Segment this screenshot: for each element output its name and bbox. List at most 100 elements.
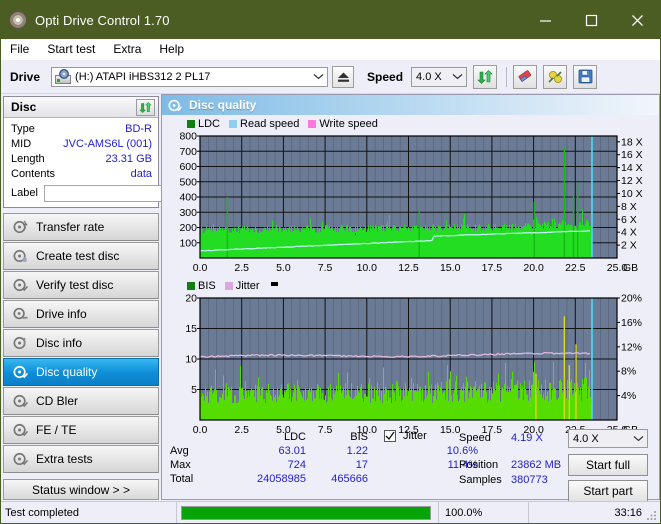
- chart-legend-ldc: LDC Read speed Write speed: [162, 117, 659, 130]
- svg-text:12.5: 12.5: [398, 262, 419, 274]
- sidebar-item-disc-info[interactable]: Disc info: [3, 329, 159, 357]
- scale-marker-icon: [270, 281, 278, 286]
- sidebar-item-drive-info[interactable]: Drive info: [3, 300, 159, 328]
- svg-text:7.5: 7.5: [318, 262, 333, 274]
- disc-row-type: Type BD-R: [4, 121, 158, 136]
- results-avg-bis: 1.22: [346, 445, 368, 457]
- svg-text:16 X: 16 X: [621, 149, 643, 161]
- speed-label: Speed: [367, 69, 404, 84]
- svg-text:18 X: 18 X: [621, 136, 643, 148]
- jitter-checkbox[interactable]: [384, 430, 396, 442]
- extra-tests-icon: [10, 452, 30, 466]
- menu-item-start-test[interactable]: Start test: [38, 40, 104, 58]
- menu-bar: File Start test Extra Help: [1, 39, 660, 60]
- svg-text:600: 600: [179, 161, 197, 173]
- sidebar-item-create-test-disc[interactable]: Create test disc: [3, 242, 159, 270]
- menu-item-extra[interactable]: Extra: [104, 40, 150, 58]
- sidebar-label: Create test disc: [36, 249, 120, 263]
- sidebar-label: CD Bler: [36, 394, 79, 408]
- close-button[interactable]: [614, 1, 660, 39]
- sidebar-item-extra-tests[interactable]: Extra tests: [3, 445, 159, 473]
- disc-quality-panel: Disc quality LDC Read speed Write speed …: [161, 94, 660, 502]
- menu-item-file[interactable]: File: [1, 40, 38, 58]
- svg-text:800: 800: [179, 131, 197, 143]
- maximize-button[interactable]: [568, 1, 614, 39]
- verify-test-disc-icon: [10, 278, 30, 292]
- resize-grip-icon[interactable]: [646, 509, 658, 521]
- sidebar-item-transfer-rate[interactable]: Transfer rate: [3, 213, 159, 241]
- svg-text:6 X: 6 X: [621, 214, 637, 226]
- svg-text:2 X: 2 X: [621, 240, 637, 252]
- drive-icon: [55, 68, 72, 84]
- svg-text:4%: 4%: [621, 390, 636, 402]
- refresh-icon: [139, 101, 152, 113]
- sidebar-label: Verify test disc: [36, 278, 114, 292]
- disc-key-mid: MID: [11, 137, 32, 150]
- start-part-button[interactable]: Start part: [568, 480, 648, 502]
- eject-button[interactable]: [332, 65, 355, 88]
- results-total-bis: 465666: [331, 473, 368, 485]
- settings-button[interactable]: [543, 64, 568, 89]
- svg-text:8 X: 8 X: [621, 201, 637, 213]
- ldc-chart[interactable]: 800 700 600 500 400 300 200 100 18 X 16 X 14 X 12 X…: [162, 130, 659, 278]
- svg-text:8%: 8%: [621, 366, 636, 378]
- results-avg-ldc: 63.01: [278, 445, 306, 457]
- svg-text:12%: 12%: [621, 341, 642, 353]
- results-row-label-avg: Avg: [170, 445, 189, 457]
- svg-text:300: 300: [179, 207, 197, 219]
- drive-select[interactable]: (H:) ATAPI iHBS312 2 PL17: [51, 66, 329, 87]
- results-row-label-total: Total: [170, 473, 194, 485]
- disc-row-length: Length 23.31 GB: [4, 151, 158, 166]
- progress-bar: [181, 505, 431, 520]
- disc-row-contents: Contents data: [4, 166, 158, 181]
- disc-info-header: Disc: [4, 97, 158, 118]
- status-window-button[interactable]: Status window > >: [3, 479, 159, 500]
- drive-select-value: (H:) ATAPI iHBS312 2 PL17: [75, 70, 211, 83]
- legend-swatch-read-speed: [229, 119, 238, 128]
- legend-swatch-write-speed: [308, 119, 317, 128]
- test-speed-value: 4.0 X: [573, 432, 599, 445]
- elapsed-time: 33:16: [528, 501, 660, 523]
- legend-swatch-ldc: [187, 119, 195, 128]
- legend-label-jitter: Jitter: [235, 279, 260, 292]
- speed-result-label: Speed: [459, 432, 491, 444]
- erase-button[interactable]: [513, 64, 538, 89]
- start-full-button[interactable]: Start full: [568, 454, 648, 476]
- disc-key-length: Length: [11, 152, 45, 165]
- sidebar-item-cd-bler[interactable]: CD Bler: [3, 387, 159, 415]
- legend-label-read-speed: Read speed: [240, 117, 300, 130]
- disc-key-contents: Contents: [11, 167, 56, 180]
- disc-value-mid: JVC-AMS6L (001): [63, 137, 152, 150]
- results-max-ldc: 724: [287, 459, 306, 471]
- samples-value: 380773: [511, 474, 548, 486]
- disc-value-contents: data: [130, 167, 152, 180]
- create-test-disc-icon: [10, 249, 30, 263]
- speed-select-value: 4.0 X: [416, 70, 442, 83]
- toolbar-separator: [506, 66, 508, 87]
- test-speed-select[interactable]: 4.0 X: [568, 429, 648, 448]
- legend-label-bis: BIS: [198, 279, 216, 292]
- svg-text:400: 400: [179, 192, 197, 204]
- nav-list: Transfer rate Create test disc Verify te…: [3, 213, 159, 473]
- svg-text:700: 700: [179, 146, 197, 158]
- bis-chart[interactable]: 20 15 10 5 20% 16% 12% 8% 4% 0.0 2.5 5.0 7.5 10.0 12.5…: [162, 292, 659, 440]
- disc-info-icon: [10, 336, 30, 350]
- speed-select[interactable]: 4.0 X: [411, 66, 468, 87]
- legend-label-ldc: LDC: [198, 117, 221, 130]
- svg-text:4 X: 4 X: [621, 227, 637, 239]
- disc-quality-icon: [10, 365, 30, 379]
- save-button[interactable]: [573, 64, 598, 89]
- sidebar-item-fe-te[interactable]: FE / TE: [3, 416, 159, 444]
- sidebar-item-disc-quality[interactable]: Disc quality: [3, 358, 159, 386]
- refresh-drive-button[interactable]: [473, 64, 498, 89]
- fe-te-icon: [10, 423, 30, 437]
- refresh-disc-button[interactable]: [136, 98, 155, 116]
- sidebar-item-verify-test-disc[interactable]: Verify test disc: [3, 271, 159, 299]
- jitter-label: Jitter: [403, 430, 427, 442]
- minimize-button[interactable]: [522, 1, 568, 39]
- results-panel: LDC BIS Avg 63.01 1.22 Max 724 17 Total …: [162, 427, 659, 502]
- menu-item-help[interactable]: Help: [150, 40, 193, 58]
- svg-text:14 X: 14 X: [621, 162, 643, 174]
- position-value: 23862 MB: [511, 459, 562, 471]
- svg-text:15.0: 15.0: [440, 262, 461, 274]
